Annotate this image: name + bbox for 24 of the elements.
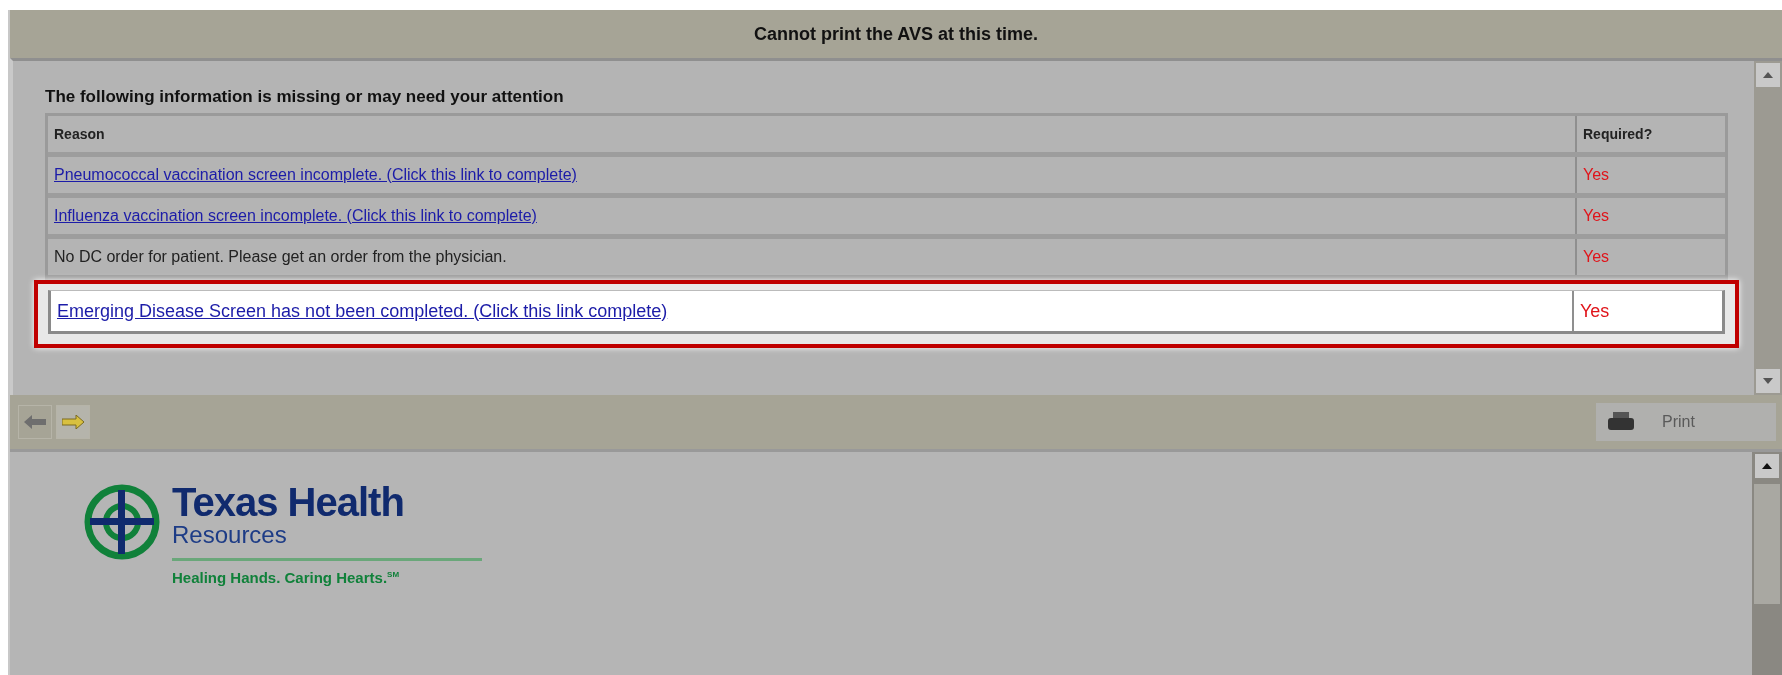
scroll-down-icon[interactable] <box>1756 369 1780 393</box>
column-header: Required? <box>1583 126 1653 142</box>
reason-link[interactable]: Pneumococcal vaccination screen incomplete. (Click this link to complete) <box>54 166 577 184</box>
required-value: Yes <box>1580 300 1610 322</box>
scrollbar[interactable] <box>1754 61 1782 395</box>
left-arrow-icon <box>24 415 46 429</box>
required-value: Yes <box>1583 248 1610 266</box>
reason-link[interactable]: Influenza vaccination screen incomplete. (Click this link to complete) <box>54 207 537 225</box>
reason-link[interactable]: Emerging Disease Screen has not been completed. (Click this link complete) <box>57 300 668 322</box>
logo-tagline: Healing Hands. Caring Hearts.$^{SM}$ <box>172 569 401 586</box>
forward-button[interactable] <box>56 405 90 439</box>
printer-icon <box>1608 412 1634 432</box>
scrollbar[interactable] <box>1752 452 1782 675</box>
section-heading: The following information is missing or may need your attention <box>45 87 565 107</box>
reason-text: No DC order for patient. Please get an order from the physician. <box>54 248 507 266</box>
logo-emblem-icon <box>82 482 162 562</box>
logo-subname: Resources <box>172 522 288 548</box>
required-value: Yes <box>1583 207 1610 225</box>
scroll-thumb[interactable] <box>1754 484 1780 604</box>
right-arrow-icon <box>62 415 84 429</box>
scroll-up-icon[interactable] <box>1755 454 1779 478</box>
logo-name: Texas Health <box>172 482 405 522</box>
column-header: Reason <box>54 126 105 142</box>
required-value: Yes <box>1583 166 1610 184</box>
